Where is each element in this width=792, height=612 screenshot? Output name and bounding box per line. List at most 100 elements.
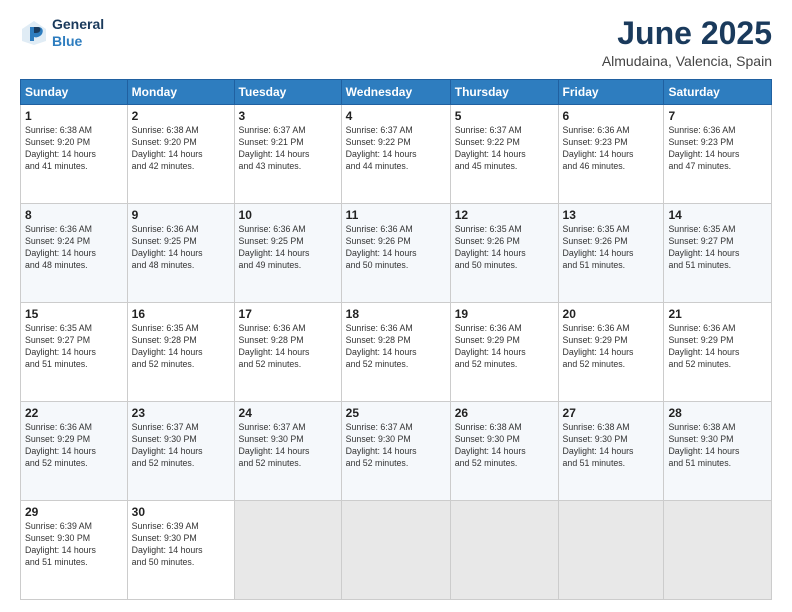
day-number: 13 [563, 207, 660, 223]
day-number: 11 [346, 207, 446, 223]
day-number: 5 [455, 108, 554, 124]
day-info: Sunrise: 6:36 AMSunset: 9:29 PMDaylight:… [25, 422, 123, 470]
day-info: Sunrise: 6:35 AMSunset: 9:27 PMDaylight:… [668, 224, 767, 272]
calendar-cell: 18Sunrise: 6:36 AMSunset: 9:28 PMDayligh… [341, 303, 450, 402]
day-info: Sunrise: 6:37 AMSunset: 9:22 PMDaylight:… [455, 125, 554, 173]
day-info: Sunrise: 6:36 AMSunset: 9:24 PMDaylight:… [25, 224, 123, 272]
day-number: 4 [346, 108, 446, 124]
calendar-cell: 29Sunrise: 6:39 AMSunset: 9:30 PMDayligh… [21, 501, 128, 600]
calendar-cell: 15Sunrise: 6:35 AMSunset: 9:27 PMDayligh… [21, 303, 128, 402]
calendar-cell: 10Sunrise: 6:36 AMSunset: 9:25 PMDayligh… [234, 204, 341, 303]
day-info: Sunrise: 6:36 AMSunset: 9:29 PMDaylight:… [455, 323, 554, 371]
calendar-cell: 3Sunrise: 6:37 AMSunset: 9:21 PMDaylight… [234, 105, 341, 204]
day-info: Sunrise: 6:36 AMSunset: 9:29 PMDaylight:… [563, 323, 660, 371]
calendar-cell: 24Sunrise: 6:37 AMSunset: 9:30 PMDayligh… [234, 402, 341, 501]
day-info: Sunrise: 6:36 AMSunset: 9:23 PMDaylight:… [563, 125, 660, 173]
day-info: Sunrise: 6:36 AMSunset: 9:23 PMDaylight:… [668, 125, 767, 173]
day-info: Sunrise: 6:38 AMSunset: 9:30 PMDaylight:… [455, 422, 554, 470]
calendar-cell: 27Sunrise: 6:38 AMSunset: 9:30 PMDayligh… [558, 402, 664, 501]
day-info: Sunrise: 6:35 AMSunset: 9:26 PMDaylight:… [455, 224, 554, 272]
logo: General Blue [20, 16, 104, 50]
day-info: Sunrise: 6:36 AMSunset: 9:25 PMDaylight:… [239, 224, 337, 272]
calendar-cell: 21Sunrise: 6:36 AMSunset: 9:29 PMDayligh… [664, 303, 772, 402]
weekday-header-thursday: Thursday [450, 80, 558, 105]
weekday-header-friday: Friday [558, 80, 664, 105]
calendar-cell: 19Sunrise: 6:36 AMSunset: 9:29 PMDayligh… [450, 303, 558, 402]
header: General Blue June 2025 Almudaina, Valenc… [20, 16, 772, 69]
day-info: Sunrise: 6:35 AMSunset: 9:27 PMDaylight:… [25, 323, 123, 371]
calendar-cell [234, 501, 341, 600]
calendar-cell [341, 501, 450, 600]
calendar-cell: 5Sunrise: 6:37 AMSunset: 9:22 PMDaylight… [450, 105, 558, 204]
weekday-header-tuesday: Tuesday [234, 80, 341, 105]
day-number: 8 [25, 207, 123, 223]
weekday-header-wednesday: Wednesday [341, 80, 450, 105]
day-info: Sunrise: 6:38 AMSunset: 9:30 PMDaylight:… [668, 422, 767, 470]
calendar-cell: 23Sunrise: 6:37 AMSunset: 9:30 PMDayligh… [127, 402, 234, 501]
day-number: 27 [563, 405, 660, 421]
day-number: 21 [668, 306, 767, 322]
calendar-cell: 11Sunrise: 6:36 AMSunset: 9:26 PMDayligh… [341, 204, 450, 303]
day-info: Sunrise: 6:35 AMSunset: 9:26 PMDaylight:… [563, 224, 660, 272]
day-number: 7 [668, 108, 767, 124]
day-number: 14 [668, 207, 767, 223]
day-info: Sunrise: 6:37 AMSunset: 9:21 PMDaylight:… [239, 125, 337, 173]
day-number: 12 [455, 207, 554, 223]
day-info: Sunrise: 6:36 AMSunset: 9:26 PMDaylight:… [346, 224, 446, 272]
day-info: Sunrise: 6:36 AMSunset: 9:29 PMDaylight:… [668, 323, 767, 371]
day-number: 15 [25, 306, 123, 322]
weekday-header-sunday: Sunday [21, 80, 128, 105]
calendar-cell [450, 501, 558, 600]
day-number: 17 [239, 306, 337, 322]
day-info: Sunrise: 6:37 AMSunset: 9:30 PMDaylight:… [132, 422, 230, 470]
day-info: Sunrise: 6:39 AMSunset: 9:30 PMDaylight:… [132, 521, 230, 569]
day-info: Sunrise: 6:37 AMSunset: 9:30 PMDaylight:… [346, 422, 446, 470]
calendar-page: General Blue June 2025 Almudaina, Valenc… [0, 0, 792, 612]
day-number: 22 [25, 405, 123, 421]
day-number: 1 [25, 108, 123, 124]
calendar-cell: 14Sunrise: 6:35 AMSunset: 9:27 PMDayligh… [664, 204, 772, 303]
calendar-cell: 30Sunrise: 6:39 AMSunset: 9:30 PMDayligh… [127, 501, 234, 600]
calendar-cell: 22Sunrise: 6:36 AMSunset: 9:29 PMDayligh… [21, 402, 128, 501]
calendar-cell: 28Sunrise: 6:38 AMSunset: 9:30 PMDayligh… [664, 402, 772, 501]
day-number: 25 [346, 405, 446, 421]
logo-text: General Blue [52, 16, 104, 50]
day-number: 2 [132, 108, 230, 124]
day-number: 3 [239, 108, 337, 124]
calendar-cell: 12Sunrise: 6:35 AMSunset: 9:26 PMDayligh… [450, 204, 558, 303]
day-info: Sunrise: 6:36 AMSunset: 9:28 PMDaylight:… [239, 323, 337, 371]
calendar-cell: 16Sunrise: 6:35 AMSunset: 9:28 PMDayligh… [127, 303, 234, 402]
logo-icon [20, 19, 48, 47]
calendar-cell: 7Sunrise: 6:36 AMSunset: 9:23 PMDaylight… [664, 105, 772, 204]
day-info: Sunrise: 6:35 AMSunset: 9:28 PMDaylight:… [132, 323, 230, 371]
day-number: 18 [346, 306, 446, 322]
day-number: 19 [455, 306, 554, 322]
day-number: 26 [455, 405, 554, 421]
calendar-cell [664, 501, 772, 600]
day-info: Sunrise: 6:36 AMSunset: 9:25 PMDaylight:… [132, 224, 230, 272]
day-number: 30 [132, 504, 230, 520]
calendar-cell [558, 501, 664, 600]
title-block: June 2025 Almudaina, Valencia, Spain [602, 16, 772, 69]
day-number: 20 [563, 306, 660, 322]
day-number: 16 [132, 306, 230, 322]
day-info: Sunrise: 6:36 AMSunset: 9:28 PMDaylight:… [346, 323, 446, 371]
calendar-cell: 4Sunrise: 6:37 AMSunset: 9:22 PMDaylight… [341, 105, 450, 204]
day-info: Sunrise: 6:39 AMSunset: 9:30 PMDaylight:… [25, 521, 123, 569]
calendar-cell: 9Sunrise: 6:36 AMSunset: 9:25 PMDaylight… [127, 204, 234, 303]
day-info: Sunrise: 6:37 AMSunset: 9:22 PMDaylight:… [346, 125, 446, 173]
day-number: 6 [563, 108, 660, 124]
day-number: 28 [668, 405, 767, 421]
calendar-table: SundayMondayTuesdayWednesdayThursdayFrid… [20, 79, 772, 600]
calendar-cell: 1Sunrise: 6:38 AMSunset: 9:20 PMDaylight… [21, 105, 128, 204]
calendar-cell: 2Sunrise: 6:38 AMSunset: 9:20 PMDaylight… [127, 105, 234, 204]
day-info: Sunrise: 6:37 AMSunset: 9:30 PMDaylight:… [239, 422, 337, 470]
weekday-header-monday: Monday [127, 80, 234, 105]
day-info: Sunrise: 6:38 AMSunset: 9:20 PMDaylight:… [132, 125, 230, 173]
calendar-cell: 8Sunrise: 6:36 AMSunset: 9:24 PMDaylight… [21, 204, 128, 303]
day-number: 9 [132, 207, 230, 223]
day-number: 23 [132, 405, 230, 421]
day-info: Sunrise: 6:38 AMSunset: 9:20 PMDaylight:… [25, 125, 123, 173]
calendar-cell: 17Sunrise: 6:36 AMSunset: 9:28 PMDayligh… [234, 303, 341, 402]
calendar-cell: 25Sunrise: 6:37 AMSunset: 9:30 PMDayligh… [341, 402, 450, 501]
